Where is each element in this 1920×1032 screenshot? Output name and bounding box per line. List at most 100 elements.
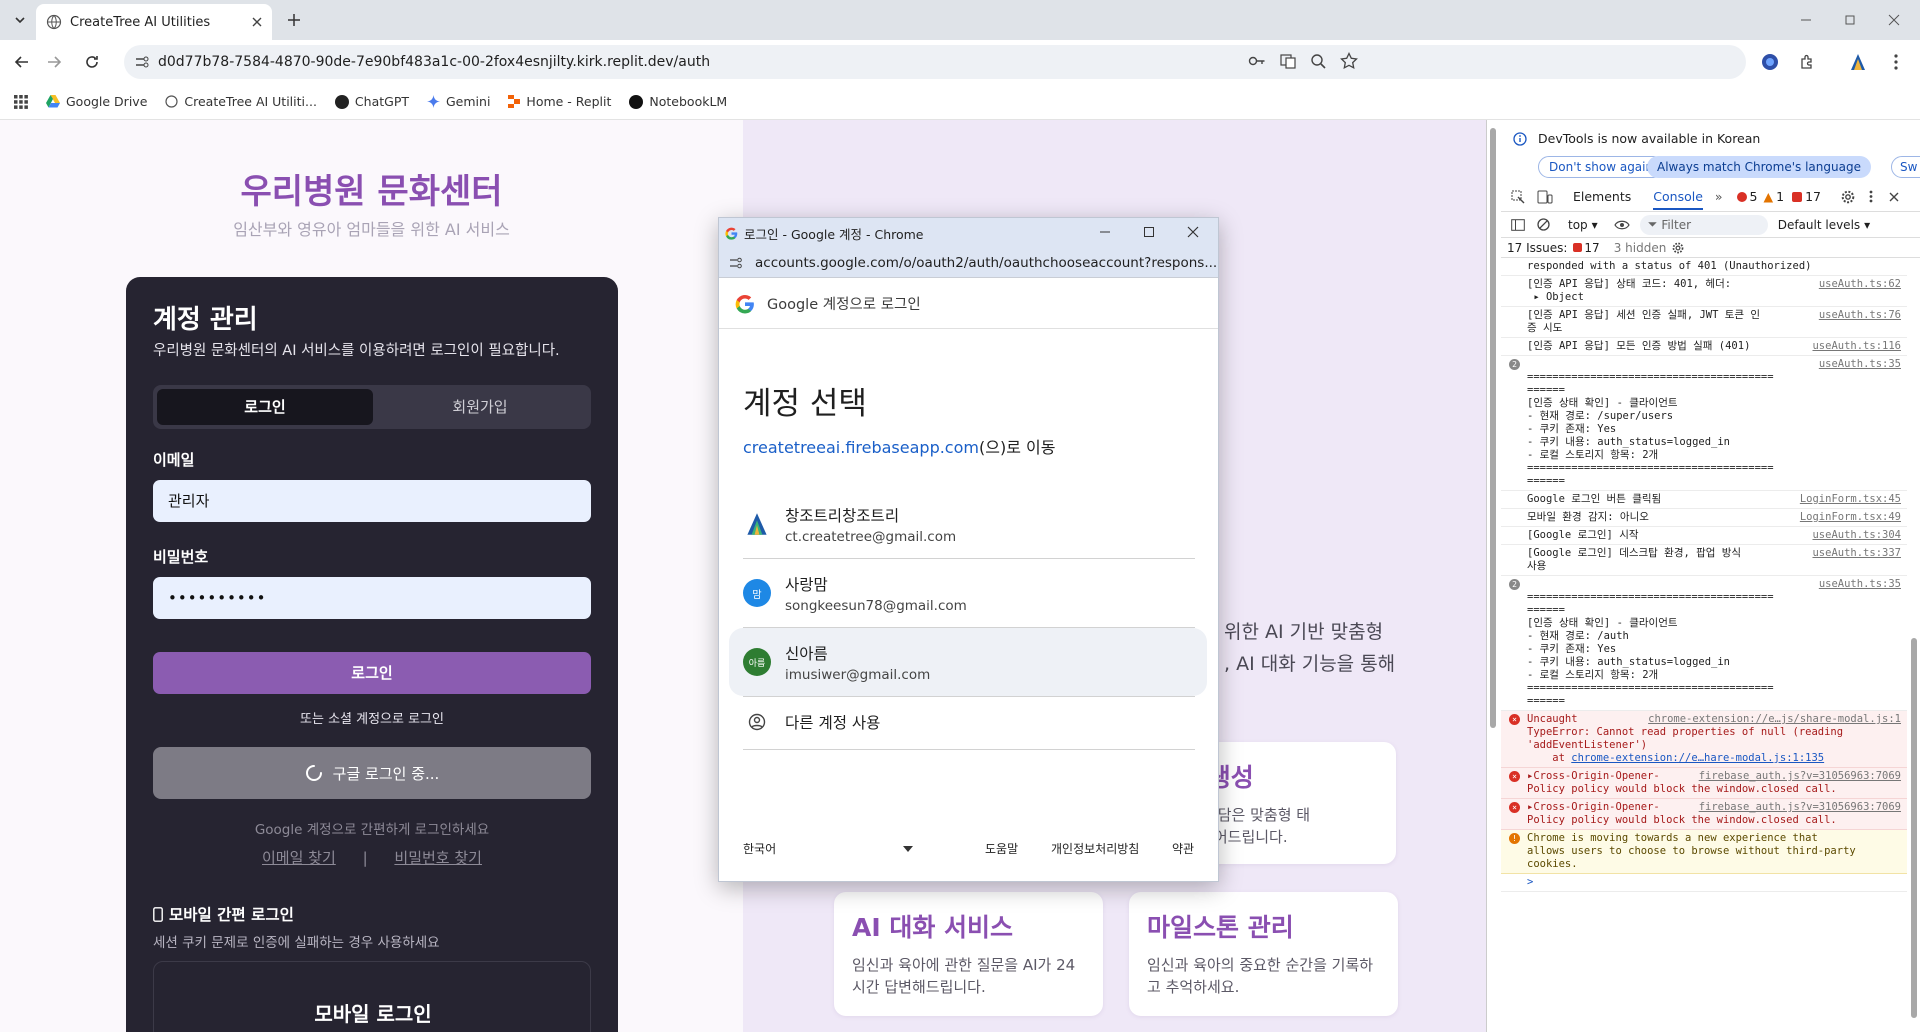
back-icon[interactable] (10, 50, 34, 74)
address-bar[interactable]: d0d77b78-7584-4870-90de-7e90bf483a1c-00-… (124, 45, 1746, 79)
console-error[interactable]: × Uncaught TypeError: Cannot read propert… (1501, 711, 1907, 768)
reload-icon[interactable] (80, 50, 104, 74)
bookmark-star-icon[interactable] (1340, 52, 1358, 70)
popup-minimize-icon[interactable] (1099, 226, 1111, 238)
new-tab-icon[interactable] (282, 8, 306, 32)
dont-show-again-button[interactable]: Don't show again (1538, 156, 1665, 178)
console-message[interactable]: [인증 API 응답] 세션 인증 실패, JWT 토큰 인 증 시도 useAu… (1501, 307, 1907, 338)
device-toolbar-icon[interactable] (1537, 190, 1553, 204)
profile-avatar-icon[interactable] (1848, 52, 1868, 72)
google-login-button[interactable]: 구글 로그인 중... (153, 747, 591, 799)
popup-address-bar[interactable]: accounts.google.com/o/oauth2/auth/oauthc… (719, 248, 1218, 278)
source-link[interactable]: useAuth.ts:35 (1819, 578, 1901, 591)
bookmark-google-drive[interactable]: Google Drive (46, 94, 147, 109)
source-link[interactable]: firebase_auth.js?v=31056963:7069 (1698, 770, 1901, 783)
console-scrollbar-thumb[interactable] (1911, 638, 1917, 1018)
browser-menu-icon[interactable] (1888, 52, 1904, 72)
source-link[interactable]: useAuth.ts:35 (1819, 358, 1901, 371)
bookmark-chatgpt[interactable]: ChatGPT (334, 94, 409, 109)
console-filter-input[interactable]: ⏷ Filter (1639, 214, 1768, 235)
feature-card-ai-chat[interactable]: AI 대화 서비스 임신과 육아에 관한 질문을 AI가 24 시간 답변해드립… (834, 892, 1103, 1016)
bookmark-notebooklm[interactable]: NotebookLM (629, 94, 727, 109)
sidebar-toggle-icon[interactable] (1511, 218, 1525, 231)
tab-search-icon[interactable] (8, 8, 32, 32)
error-counter[interactable]: 5 (1736, 189, 1758, 204)
source-link[interactable]: useAuth.ts:337 (1812, 547, 1901, 560)
switch-language-button[interactable]: Sw (1891, 156, 1920, 178)
account-item[interactable]: 창조트리창조트리 ct.createtree@gmail.com (729, 490, 1207, 558)
console-message[interactable]: Google 로그인 버튼 클릭됨 LoginForm.tsx:45 (1501, 491, 1907, 509)
language-select[interactable]: 한국어 (743, 840, 913, 857)
use-other-account[interactable]: 다른 계정 사용 (729, 697, 1207, 747)
extensions-puzzle-icon[interactable] (1797, 52, 1817, 72)
eye-icon[interactable] (1614, 220, 1630, 230)
tab-signup[interactable]: 회원가입 (373, 389, 587, 425)
help-link[interactable]: 도움말 (985, 840, 1018, 857)
find-email-link[interactable]: 이메일 찾기 (262, 849, 336, 867)
restore-icon[interactable] (1838, 8, 1862, 32)
warning-counter[interactable]: ▲ 1 (1764, 189, 1785, 204)
source-link[interactable]: useAuth.ts:62 (1819, 278, 1901, 291)
login-button[interactable]: 로그인 (153, 652, 591, 694)
console-message[interactable]: [인증 API 응답] 모든 인증 방법 실패 (401) useAuth.ts:… (1501, 338, 1907, 356)
popup-close-icon[interactable] (1187, 226, 1199, 238)
log-levels-select[interactable]: Default levels ▾ (1778, 218, 1870, 232)
bookmark-createtree[interactable]: CreateTree AI Utiliti... (165, 94, 317, 109)
source-link[interactable]: firebase_auth.js?v=31056963:7069 (1698, 801, 1901, 814)
site-info-icon[interactable] (729, 256, 743, 270)
source-link[interactable]: useAuth.ts:304 (1812, 529, 1901, 542)
source-link[interactable]: chrome-extension://e…js/share-modal.js:1 (1648, 713, 1901, 726)
settings-gear-icon[interactable] (1841, 190, 1855, 204)
page-scrollbar-thumb[interactable] (1490, 128, 1496, 728)
console-message[interactable]: 모바일 환경 감지: 아니오 LoginForm.tsx:49 (1501, 509, 1907, 527)
feature-card-milestone[interactable]: 마일스톤 관리 임신과 육아의 중요한 순간을 기록하 고 추억하세요. (1129, 892, 1398, 1016)
console-message[interactable]: [Google 로그인] 데스크탑 환경, 팝업 방식 사용 useAuth.ts… (1501, 545, 1907, 576)
console-message[interactable]: 2 ======================================… (1501, 356, 1907, 491)
browser-tab[interactable]: CreateTree AI Utilities (36, 4, 272, 40)
terms-link[interactable]: 약관 (1172, 840, 1194, 857)
close-tab-icon[interactable] (252, 17, 262, 27)
console-error[interactable]: × ▸Cross-Origin-Opener- Policy policy wou… (1501, 799, 1907, 830)
always-match-language-button[interactable]: Always match Chrome's language (1647, 156, 1871, 178)
source-link[interactable]: LoginForm.tsx:49 (1800, 511, 1901, 524)
clear-console-icon[interactable] (1537, 218, 1550, 231)
console-scrollbar[interactable] (1907, 258, 1920, 1032)
console-prompt[interactable]: > (1501, 874, 1907, 892)
console-message[interactable]: responded with a status of 401 (Unauthor… (1501, 258, 1907, 276)
forward-icon[interactable] (42, 50, 66, 74)
page-scrollbar[interactable] (1487, 120, 1501, 1032)
settings-gear-icon[interactable] (1672, 242, 1684, 254)
popup-maximize-icon[interactable] (1143, 226, 1155, 238)
tab-login[interactable]: 로그인 (157, 389, 373, 425)
devtools-menu-icon[interactable] (1869, 190, 1873, 203)
stack-trace-link[interactable]: chrome-extension://e…hare-modal.js:1:135 (1571, 752, 1824, 764)
extension-icon[interactable] (1760, 52, 1780, 72)
password-field[interactable]: •••••••••• (153, 577, 591, 619)
bookmark-gemini[interactable]: Gemini (427, 94, 490, 109)
source-link[interactable]: LoginForm.tsx:45 (1800, 493, 1901, 506)
apps-grid-icon[interactable] (14, 94, 28, 109)
find-password-link[interactable]: 비밀번호 찾기 (394, 849, 482, 867)
bookmark-replit[interactable]: Home - Replit (508, 94, 611, 109)
minimize-icon[interactable] (1794, 8, 1818, 32)
console-message[interactable]: 2 ======================================… (1501, 576, 1907, 711)
console-message[interactable]: [Google 로그인] 시작 useAuth.ts:304 (1501, 527, 1907, 545)
zoom-icon[interactable] (1310, 53, 1326, 69)
console-error[interactable]: × ▸Cross-Origin-Opener- Policy policy wou… (1501, 768, 1907, 799)
translate-icon[interactable] (1280, 53, 1296, 69)
privacy-link[interactable]: 개인정보처리방침 (1051, 840, 1139, 857)
more-tabs-icon[interactable]: » (1715, 189, 1723, 204)
site-info-icon[interactable] (134, 54, 150, 70)
email-field[interactable]: 관리자 (153, 480, 591, 522)
close-devtools-icon[interactable] (1889, 192, 1899, 202)
close-window-icon[interactable] (1882, 8, 1906, 32)
tab-console[interactable]: Console (1653, 189, 1703, 210)
source-link[interactable]: useAuth.ts:116 (1812, 340, 1901, 353)
tab-elements[interactable]: Elements (1573, 189, 1631, 204)
source-link[interactable]: useAuth.ts:76 (1819, 309, 1901, 322)
destination-domain[interactable]: createtreeai.firebaseapp.com (743, 438, 979, 457)
context-select[interactable]: top ▾ (1568, 218, 1598, 232)
issues-counter[interactable]: 17 (1792, 189, 1821, 204)
console-message[interactable]: [인증 API 응답] 상태 코드: 401, 헤더: ▸ Object useA… (1501, 276, 1907, 307)
account-item[interactable]: 맘 사랑맘 songkeesun78@gmail.com (729, 559, 1207, 627)
